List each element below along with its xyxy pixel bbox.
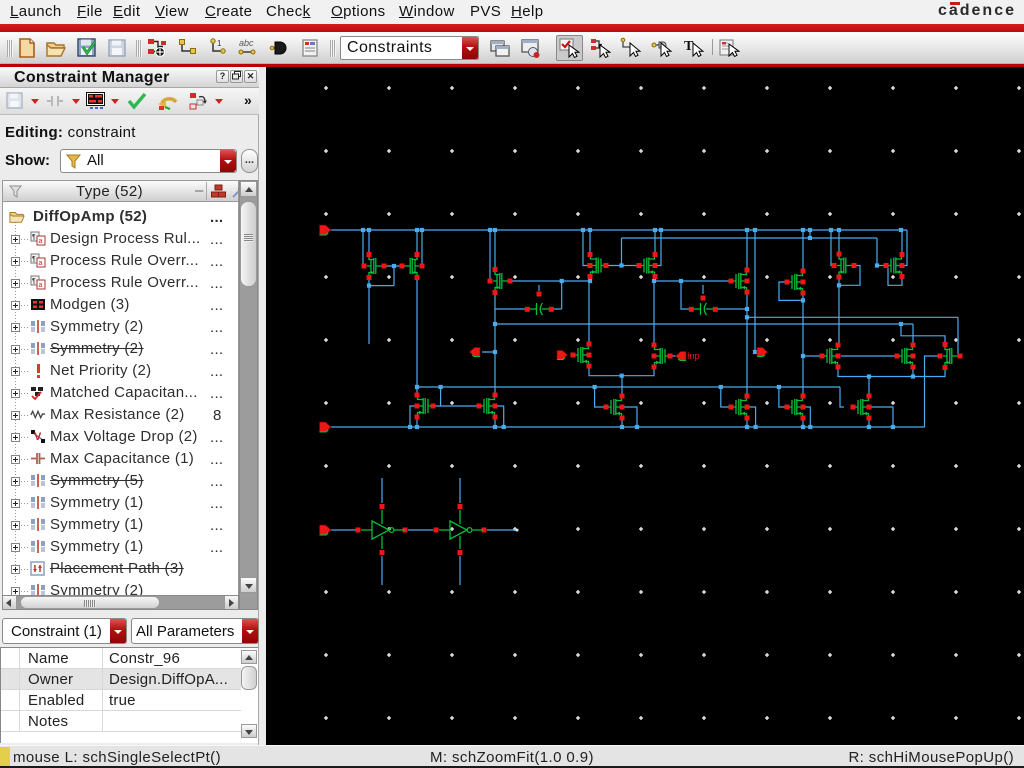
svg-text:¶: ¶ bbox=[32, 256, 36, 263]
svg-text:¶: ¶ bbox=[32, 278, 36, 285]
svg-text:Inp: Inp bbox=[687, 351, 700, 361]
svg-text:a: a bbox=[39, 238, 43, 245]
svg-text:¶: ¶ bbox=[32, 234, 36, 241]
svg-text:a: a bbox=[39, 260, 43, 267]
svg-text:abc: abc bbox=[239, 38, 254, 48]
svg-text:a: a bbox=[39, 282, 43, 289]
svg-text:V: V bbox=[34, 431, 42, 443]
svg-text:1: 1 bbox=[217, 39, 222, 48]
